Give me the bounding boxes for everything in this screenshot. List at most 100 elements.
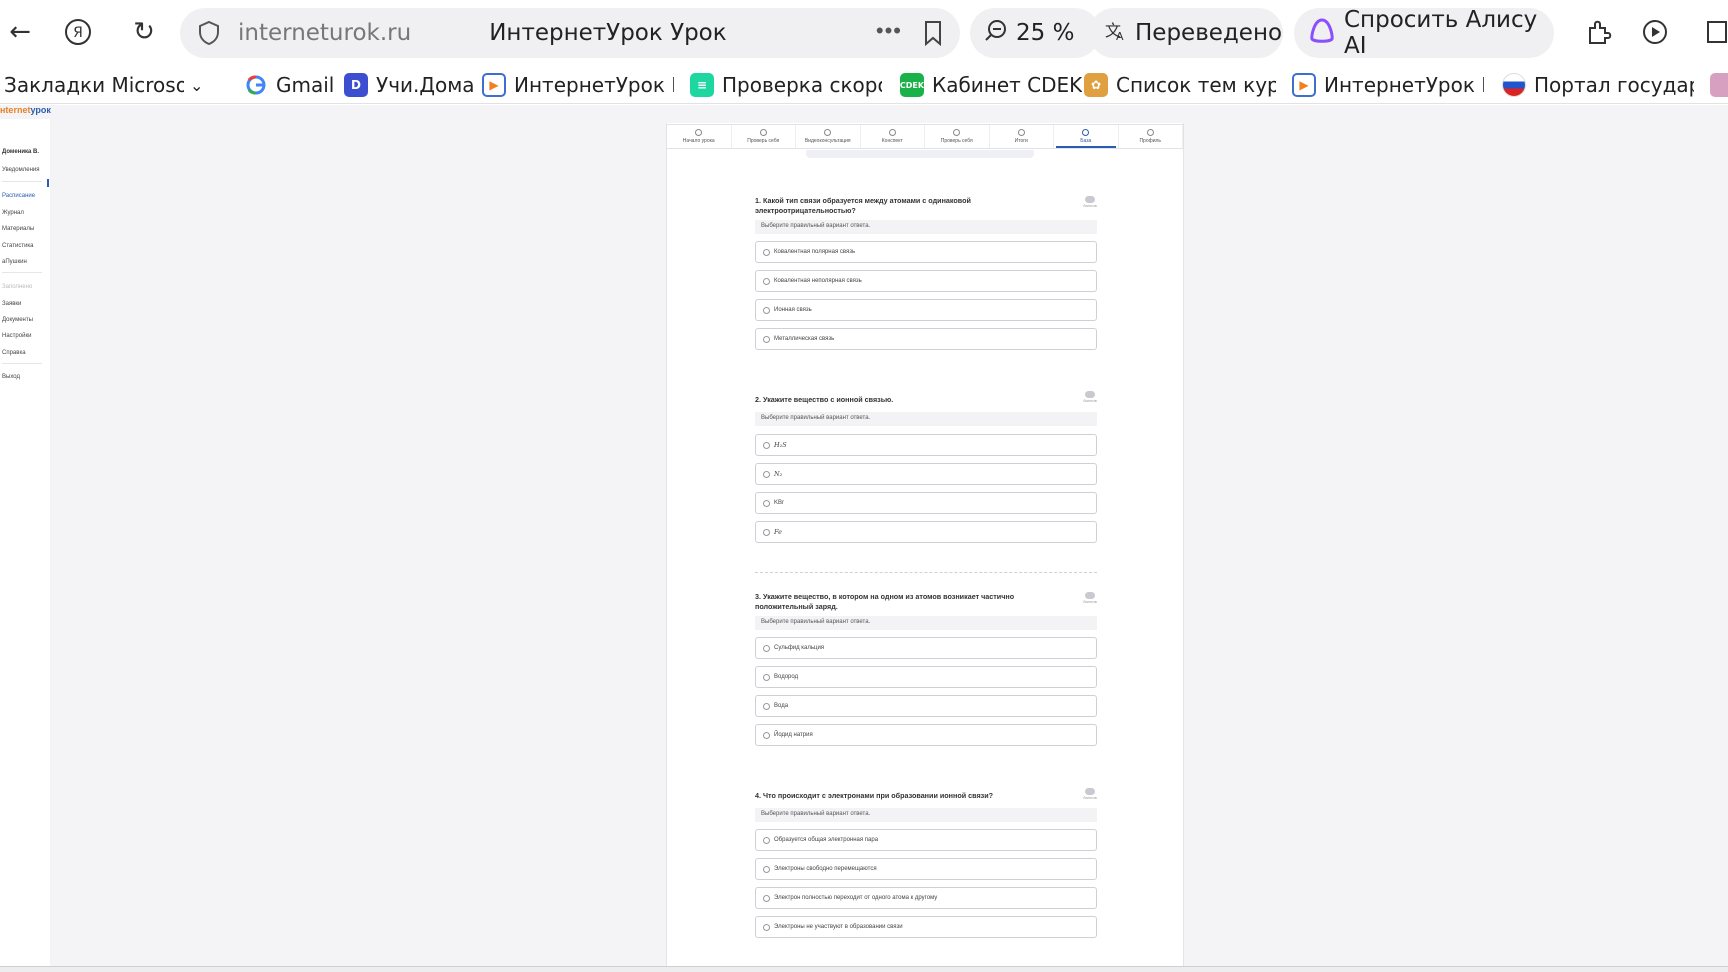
points-badge: баллов bbox=[1083, 391, 1097, 403]
bookmark-gmail[interactable]: Gmail bbox=[244, 70, 334, 100]
sidebar-item-help[interactable]: Справка bbox=[2, 350, 26, 356]
question-hint: Выберите правильный вариант ответа. bbox=[755, 220, 1097, 234]
svg-text:A: A bbox=[1116, 30, 1124, 42]
tab-summary-notes[interactable]: Конспект bbox=[861, 125, 925, 148]
bookmark-label: Проверка скорост bbox=[722, 73, 882, 97]
option-label: Электроны не участвуют в образовании свя… bbox=[774, 924, 903, 930]
sidebar-item-journal[interactable]: Журнал bbox=[2, 210, 24, 216]
bookmark-label: Кабинет CDEK bbox=[932, 73, 1083, 97]
overflow-icon bbox=[1710, 73, 1728, 97]
option-label: Ионная связь bbox=[774, 307, 812, 313]
tab-self-check-1[interactable]: Проверь себя bbox=[732, 125, 796, 148]
bookmark-cdek[interactable]: CDEK Кабинет CDEK bbox=[900, 70, 1082, 100]
tab-base[interactable]: База bbox=[1054, 125, 1119, 148]
tab-lesson-start[interactable]: Начало урока bbox=[667, 125, 732, 148]
ask-alice-button[interactable]: Спросить Алису AI bbox=[1294, 7, 1554, 59]
radio-icon bbox=[763, 731, 770, 739]
answer-option[interactable]: H₂S bbox=[755, 434, 1097, 456]
interneturok-icon: ▶ bbox=[482, 73, 506, 97]
sidebar-item-documents[interactable]: Документы bbox=[2, 317, 33, 323]
sidebar-item-requests[interactable]: Заявки bbox=[2, 301, 21, 307]
bookmark-folder-microsoft[interactable]: Закладки Microsoft E ⌄ bbox=[4, 70, 214, 100]
logo-part-a: нternet bbox=[0, 105, 31, 115]
answer-option[interactable]: Ковалентная полярная связь bbox=[755, 241, 1097, 263]
sidebar-divider bbox=[2, 363, 42, 364]
answer-option[interactable]: Электрон полностью переходит от одного а… bbox=[755, 887, 1097, 909]
translated-button[interactable]: 文A Переведено bbox=[1089, 8, 1283, 58]
radio-icon bbox=[763, 836, 770, 844]
bookmark-label: Закладки Microsoft E bbox=[4, 73, 184, 97]
bookmark-course[interactable]: ✿ Список тем курса bbox=[1084, 70, 1276, 100]
bookmark-uchi-doma[interactable]: D Учи.Дома bbox=[344, 70, 475, 100]
sidebar-item-apushkin[interactable]: аПушкин bbox=[2, 259, 27, 265]
shield-icon bbox=[194, 18, 224, 48]
bookmark-interneturok-2[interactable]: ▶ ИнтернетУрок Ра bbox=[1292, 70, 1484, 100]
answer-option[interactable]: Ионная связь bbox=[755, 299, 1097, 321]
answer-option[interactable]: Сульфид кальция bbox=[755, 637, 1097, 659]
answer-option[interactable]: Электроны не участвуют в образовании свя… bbox=[755, 916, 1097, 938]
extensions-icon[interactable] bbox=[1578, 12, 1618, 52]
yandex-icon[interactable]: Я bbox=[58, 12, 98, 52]
sidebar-item-settings[interactable]: Настройки bbox=[2, 333, 31, 339]
answer-option[interactable]: Йодид натрия bbox=[755, 724, 1097, 746]
sidebar-item-statistics[interactable]: Статистика bbox=[2, 243, 34, 249]
option-label: Ковалентная неполярная связь bbox=[774, 278, 862, 284]
radio-icon bbox=[763, 470, 770, 478]
points-label: баллов bbox=[1083, 398, 1097, 403]
sidebar-item-filled[interactable]: Заполнено bbox=[2, 284, 32, 290]
bookmark-gosuslugi[interactable]: Портал государст bbox=[1502, 70, 1694, 100]
tab-profile[interactable]: Профиль bbox=[1119, 125, 1183, 148]
sidebar-item-logout[interactable]: Выход bbox=[2, 374, 20, 380]
answer-option[interactable]: Ковалентная неполярная связь bbox=[755, 270, 1097, 292]
bookmark-icon[interactable] bbox=[920, 19, 946, 47]
reload-icon[interactable]: ↻ bbox=[124, 12, 164, 52]
bookmark-label: Учи.Дома bbox=[376, 73, 475, 97]
sidebar-divider bbox=[2, 181, 42, 182]
address-bar[interactable]: interneturok.ru ИнтернетУрок Урок ••• bbox=[180, 8, 960, 58]
sidebar-active-marker bbox=[47, 179, 49, 187]
question-hint: Выберите правильный вариант ответа. bbox=[755, 412, 1097, 426]
answer-option[interactable]: Электроны свободно перемещаются bbox=[755, 858, 1097, 880]
back-arrow-icon[interactable]: ← bbox=[0, 12, 40, 52]
flag-icon bbox=[1017, 129, 1025, 136]
bookmark-overflow[interactable] bbox=[1710, 70, 1728, 100]
more-dots-icon[interactable]: ••• bbox=[876, 18, 902, 44]
sidebar-item-schedule[interactable]: Расписание bbox=[2, 193, 35, 199]
tab-results[interactable]: Итоги bbox=[990, 125, 1054, 148]
radio-icon bbox=[763, 306, 770, 314]
answer-option[interactable]: Образуется общая электронная пара bbox=[755, 829, 1097, 851]
tab-label: Начало урока bbox=[682, 138, 715, 144]
speedtest-icon: ≡ bbox=[690, 73, 714, 97]
course-icon: ✿ bbox=[1084, 73, 1108, 97]
bookmark-label: ИнтернетУрок Ра bbox=[1324, 73, 1484, 97]
answer-option[interactable]: Водород bbox=[755, 666, 1097, 688]
sidebar-user-name[interactable]: Доменика В. bbox=[2, 149, 39, 155]
option-label: KBr bbox=[774, 500, 785, 506]
check-icon bbox=[953, 129, 961, 136]
option-label: Электрон полностью переходит от одного а… bbox=[774, 895, 938, 901]
site-logo[interactable]: нternetурок bbox=[0, 105, 51, 119]
answer-option[interactable]: KBr bbox=[755, 492, 1097, 514]
browser-toolbar: ← Я ↻ interneturok.ru ИнтернетУрок Урок … bbox=[0, 0, 1728, 64]
answer-option[interactable]: Вода bbox=[755, 695, 1097, 717]
bookmark-label: Список тем курса bbox=[1116, 73, 1276, 97]
page-title: ИнтернетУрок Урок bbox=[489, 20, 727, 46]
tab-video-consult[interactable]: Видеоконсультация bbox=[796, 125, 861, 148]
radio-icon bbox=[763, 499, 770, 507]
tab-label: База bbox=[1080, 138, 1092, 144]
answer-option[interactable]: Fe bbox=[755, 521, 1097, 543]
tab-self-check-2[interactable]: Проверь себя bbox=[925, 125, 990, 148]
sidebar-item-materials[interactable]: Материалы bbox=[2, 226, 34, 232]
bookmark-interneturok-1[interactable]: ▶ ИнтернетУрок Ра bbox=[482, 70, 674, 100]
url-text: interneturok.ru bbox=[238, 20, 412, 46]
media-play-icon[interactable] bbox=[1636, 12, 1676, 52]
tab-label: Профиль bbox=[1139, 138, 1162, 144]
zoom-button[interactable]: 25 % bbox=[970, 8, 1100, 58]
bookmark-speedtest[interactable]: ≡ Проверка скорост bbox=[690, 70, 882, 100]
answer-option[interactable]: N₂ bbox=[755, 463, 1097, 485]
answer-option[interactable]: Металлическая связь bbox=[755, 328, 1097, 350]
logo-part-b: урок bbox=[30, 105, 51, 115]
collections-icon[interactable] bbox=[1696, 12, 1728, 52]
sidebar-item-notifications[interactable]: Уведомления bbox=[2, 167, 40, 173]
question-card: 3. Укажите вещество, в котором на одном … bbox=[755, 592, 1097, 746]
